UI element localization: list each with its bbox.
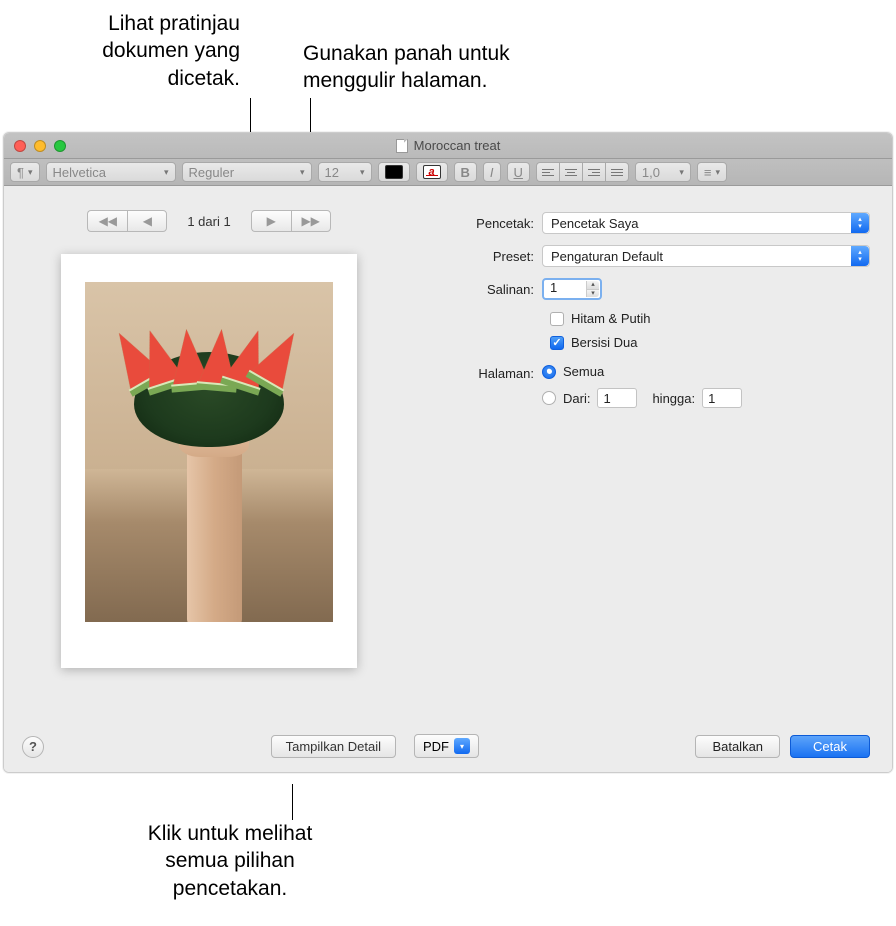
pdf-menu-button[interactable]: PDF ▾	[414, 734, 479, 758]
preset-select[interactable]: Pengaturan Default	[542, 245, 870, 267]
preview-pane: ◀◀ ◀ 1 dari 1 ▶ ▶▶	[4, 186, 414, 772]
pages-label: Halaman:	[444, 364, 542, 417]
callout-line	[292, 784, 293, 820]
copies-stepper[interactable]: ▴▾	[586, 281, 599, 297]
pages-range-row: Dari: 1 hingga: 1	[542, 388, 742, 408]
twosided-checkbox[interactable]	[550, 336, 564, 350]
first-page-button[interactable]: ◀◀	[87, 210, 127, 232]
page-navigation: ◀◀ ◀ 1 dari 1 ▶ ▶▶	[87, 210, 330, 232]
bw-checkbox-row: Hitam & Putih	[550, 311, 870, 326]
titlebar: Moroccan treat	[4, 133, 892, 159]
align-center-button[interactable]	[559, 162, 582, 182]
line-spacing-select[interactable]: 1,0▾	[635, 162, 691, 182]
document-icon	[396, 139, 408, 153]
show-details-button[interactable]: Tampilkan Detail	[271, 735, 396, 758]
text-color-button[interactable]	[378, 162, 410, 182]
print-button[interactable]: Cetak	[790, 735, 870, 758]
prev-page-button[interactable]: ◀	[127, 210, 167, 232]
preset-label: Preset:	[444, 249, 542, 264]
twosided-label: Bersisi Dua	[571, 335, 637, 350]
align-left-button[interactable]	[536, 162, 559, 182]
preset-row: Preset: Pengaturan Default	[444, 245, 870, 267]
format-toolbar: ¶▾ Helvetica▾ Reguler▾ 12▾ a B I U 1,0▾ …	[4, 159, 892, 186]
highlight-color-button[interactable]: a	[416, 162, 448, 182]
bw-checkbox[interactable]	[550, 312, 564, 326]
pages-all-label: Semua	[563, 364, 604, 379]
chevron-down-icon: ▾	[454, 738, 470, 754]
alignment-group	[536, 162, 629, 182]
printer-row: Pencetak: Pencetak Saya	[444, 212, 870, 234]
font-size-select[interactable]: 12▾	[318, 162, 372, 182]
dialog-footer: PDF ▾ Batalkan Cetak	[414, 734, 870, 758]
print-dialog: ◀◀ ◀ 1 dari 1 ▶ ▶▶	[4, 186, 892, 772]
font-style-select[interactable]: Reguler▾	[182, 162, 312, 182]
last-page-button[interactable]: ▶▶	[291, 210, 331, 232]
page-indicator: 1 dari 1	[187, 214, 230, 229]
next-page-button[interactable]: ▶	[251, 210, 291, 232]
pages-all-radio[interactable]	[542, 365, 556, 379]
pages-to-input[interactable]: 1	[702, 388, 742, 408]
document-photo	[85, 282, 333, 622]
pages-range-radio[interactable]	[542, 391, 556, 405]
pages-from-input[interactable]: 1	[597, 388, 637, 408]
cancel-button[interactable]: Batalkan	[695, 735, 780, 758]
align-right-button[interactable]	[582, 162, 605, 182]
callout-arrows: Gunakan panah untuk menggulir halaman.	[303, 40, 563, 95]
window-title: Moroccan treat	[4, 138, 892, 153]
copies-row: Salinan: 1 ▴▾	[444, 278, 870, 300]
page-preview	[61, 254, 357, 668]
twosided-checkbox-row: Bersisi Dua	[550, 335, 870, 350]
copies-label: Salinan:	[444, 282, 542, 297]
help-button[interactable]: ?	[22, 736, 44, 758]
next-page-group: ▶ ▶▶	[251, 210, 331, 232]
callout-preview: Lihat pratinjau dokumen yang dicetak.	[10, 10, 240, 92]
list-style-select[interactable]: ≡▾	[697, 162, 727, 182]
app-window: Moroccan treat ¶▾ Helvetica▾ Reguler▾ 12…	[3, 132, 893, 773]
bold-button[interactable]: B	[454, 162, 477, 182]
pages-to-label: hingga:	[652, 391, 695, 406]
pages-from-label: Dari:	[563, 391, 590, 406]
italic-button[interactable]: I	[483, 162, 501, 182]
font-family-select[interactable]: Helvetica▾	[46, 162, 176, 182]
bw-label: Hitam & Putih	[571, 311, 650, 326]
callout-details: Klik untuk melihat semua pilihan penceta…	[110, 820, 350, 902]
underline-button[interactable]: U	[507, 162, 530, 182]
printer-label: Pencetak:	[444, 216, 542, 231]
preview-footer: ? Tampilkan Detail	[4, 735, 414, 758]
print-options-pane: Pencetak: Pencetak Saya Preset: Pengatur…	[414, 186, 892, 772]
paragraph-style-select[interactable]: ¶▾	[10, 162, 40, 182]
printer-select[interactable]: Pencetak Saya	[542, 212, 870, 234]
copies-input[interactable]: 1 ▴▾	[542, 278, 602, 300]
pages-all-row: Semua	[542, 364, 742, 379]
align-justify-button[interactable]	[605, 162, 629, 182]
prev-page-group: ◀◀ ◀	[87, 210, 167, 232]
